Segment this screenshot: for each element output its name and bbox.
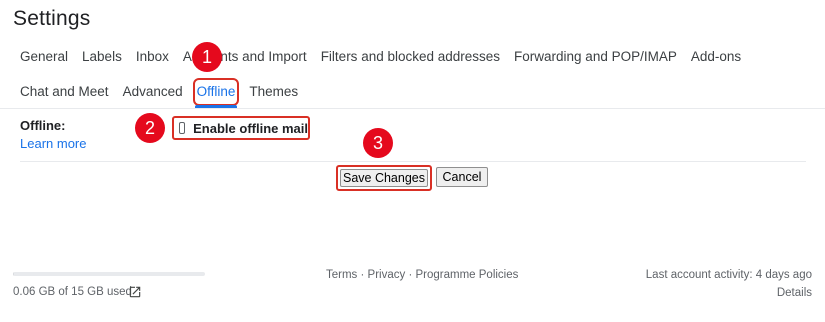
tab-forwarding-and-pop-imap[interactable]: Forwarding and POP/IMAP <box>514 47 677 67</box>
offline-setting-label: Offline: <box>20 118 66 133</box>
storage-usage-fill <box>13 272 14 276</box>
tab-add-ons[interactable]: Add-ons <box>691 47 741 67</box>
tab-chat-and-meet[interactable]: Chat and Meet <box>20 82 109 102</box>
content-divider <box>20 161 806 162</box>
enable-offline-highlight: Enable offline mail <box>172 116 310 140</box>
footer-links: Terms · Privacy · Programme Policies <box>326 269 518 281</box>
settings-tabs-row-1: General Labels Inbox Accounts and Import… <box>20 47 755 67</box>
footer-separator: · <box>357 269 368 281</box>
step-badge-3: 3 <box>363 128 393 158</box>
settings-tabs-row-2: Chat and Meet Advanced Offline Themes <box>20 78 312 108</box>
open-in-new-icon[interactable] <box>128 285 142 299</box>
tab-filters-and-blocked-addresses[interactable]: Filters and blocked addresses <box>321 47 500 67</box>
privacy-link[interactable]: Privacy <box>368 269 406 281</box>
learn-more-link[interactable]: Learn more <box>20 136 86 151</box>
enable-offline-label[interactable]: Enable offline mail <box>193 121 308 136</box>
terms-link[interactable]: Terms <box>326 269 357 281</box>
last-account-activity: Last account activity: 4 days ago <box>645 269 812 281</box>
step-badge-1: 1 <box>192 42 222 72</box>
tab-inbox[interactable]: Inbox <box>136 47 169 67</box>
storage-usage-bar <box>13 272 205 276</box>
save-changes-highlight: Save Changes <box>336 165 432 191</box>
page-title: Settings <box>13 7 91 30</box>
tabs-divider <box>0 108 825 109</box>
tab-advanced[interactable]: Advanced <box>123 82 183 102</box>
tab-offline[interactable]: Offline <box>192 78 240 108</box>
enable-offline-checkbox[interactable] <box>179 122 186 134</box>
tab-labels[interactable]: Labels <box>82 47 122 67</box>
tab-general[interactable]: General <box>20 47 68 67</box>
step-badge-2: 2 <box>135 113 165 143</box>
details-link[interactable]: Details <box>777 287 812 299</box>
programme-policies-link[interactable]: Programme Policies <box>415 269 518 281</box>
tab-themes[interactable]: Themes <box>249 82 298 102</box>
save-changes-button[interactable]: Save Changes <box>340 169 428 187</box>
storage-usage-text: 0.06 GB of 15 GB used <box>13 286 132 298</box>
footer-separator: · <box>405 269 416 281</box>
cancel-button[interactable]: Cancel <box>436 167 488 187</box>
